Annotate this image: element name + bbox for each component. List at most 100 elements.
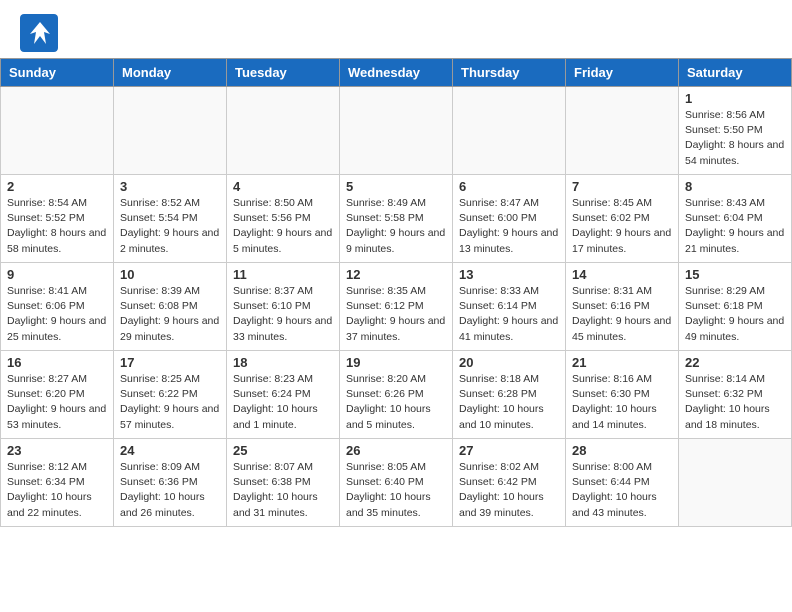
day-detail: Sunrise: 8:14 AM Sunset: 6:32 PM Dayligh… [685, 372, 785, 433]
day-detail: Sunrise: 8:52 AM Sunset: 5:54 PM Dayligh… [120, 196, 220, 257]
day-number: 10 [120, 267, 220, 282]
day-detail: Sunrise: 8:33 AM Sunset: 6:14 PM Dayligh… [459, 284, 559, 345]
day-number: 7 [572, 179, 672, 194]
calendar-cell: 11 Sunrise: 8:37 AM Sunset: 6:10 PM Dayli… [227, 263, 340, 351]
day-number: 11 [233, 267, 333, 282]
calendar-cell: 13 Sunrise: 8:33 AM Sunset: 6:14 PM Dayli… [453, 263, 566, 351]
day-detail: Sunrise: 8:47 AM Sunset: 6:00 PM Dayligh… [459, 196, 559, 257]
day-number: 17 [120, 355, 220, 370]
day-detail: Sunrise: 8:09 AM Sunset: 6:36 PM Dayligh… [120, 460, 220, 521]
calendar-cell [227, 87, 340, 175]
day-detail: Sunrise: 8:41 AM Sunset: 6:06 PM Dayligh… [7, 284, 107, 345]
weekday-header: Sunday [1, 59, 114, 87]
calendar-cell: 1 Sunrise: 8:56 AM Sunset: 5:50 PM Daylig… [679, 87, 792, 175]
day-detail: Sunrise: 8:45 AM Sunset: 6:02 PM Dayligh… [572, 196, 672, 257]
day-number: 27 [459, 443, 559, 458]
calendar-cell: 5 Sunrise: 8:49 AM Sunset: 5:58 PM Daylig… [340, 175, 453, 263]
calendar-cell [114, 87, 227, 175]
calendar-cell: 25 Sunrise: 8:07 AM Sunset: 6:38 PM Dayli… [227, 439, 340, 527]
day-detail: Sunrise: 8:31 AM Sunset: 6:16 PM Dayligh… [572, 284, 672, 345]
day-detail: Sunrise: 8:54 AM Sunset: 5:52 PM Dayligh… [7, 196, 107, 257]
day-detail: Sunrise: 8:49 AM Sunset: 5:58 PM Dayligh… [346, 196, 446, 257]
day-number: 2 [7, 179, 107, 194]
calendar-table: SundayMondayTuesdayWednesdayThursdayFrid… [0, 58, 792, 527]
day-detail: Sunrise: 8:35 AM Sunset: 6:12 PM Dayligh… [346, 284, 446, 345]
calendar-cell: 14 Sunrise: 8:31 AM Sunset: 6:16 PM Dayli… [566, 263, 679, 351]
calendar-cell: 18 Sunrise: 8:23 AM Sunset: 6:24 PM Dayli… [227, 351, 340, 439]
calendar-cell: 26 Sunrise: 8:05 AM Sunset: 6:40 PM Dayli… [340, 439, 453, 527]
day-number: 8 [685, 179, 785, 194]
day-detail: Sunrise: 8:39 AM Sunset: 6:08 PM Dayligh… [120, 284, 220, 345]
header [0, 0, 792, 58]
day-detail: Sunrise: 8:07 AM Sunset: 6:38 PM Dayligh… [233, 460, 333, 521]
calendar-cell: 24 Sunrise: 8:09 AM Sunset: 6:36 PM Dayli… [114, 439, 227, 527]
weekday-header: Monday [114, 59, 227, 87]
day-detail: Sunrise: 8:56 AM Sunset: 5:50 PM Dayligh… [685, 108, 785, 169]
calendar-cell [679, 439, 792, 527]
calendar-cell: 8 Sunrise: 8:43 AM Sunset: 6:04 PM Daylig… [679, 175, 792, 263]
day-number: 15 [685, 267, 785, 282]
calendar-cell: 27 Sunrise: 8:02 AM Sunset: 6:42 PM Dayli… [453, 439, 566, 527]
day-number: 25 [233, 443, 333, 458]
day-detail: Sunrise: 8:18 AM Sunset: 6:28 PM Dayligh… [459, 372, 559, 433]
calendar-cell: 12 Sunrise: 8:35 AM Sunset: 6:12 PM Dayli… [340, 263, 453, 351]
day-number: 20 [459, 355, 559, 370]
calendar-cell [566, 87, 679, 175]
day-number: 12 [346, 267, 446, 282]
day-detail: Sunrise: 8:16 AM Sunset: 6:30 PM Dayligh… [572, 372, 672, 433]
day-number: 21 [572, 355, 672, 370]
logo-icon [20, 14, 58, 52]
calendar-cell [340, 87, 453, 175]
day-number: 9 [7, 267, 107, 282]
calendar-cell: 10 Sunrise: 8:39 AM Sunset: 6:08 PM Dayli… [114, 263, 227, 351]
day-detail: Sunrise: 8:27 AM Sunset: 6:20 PM Dayligh… [7, 372, 107, 433]
calendar-cell: 22 Sunrise: 8:14 AM Sunset: 6:32 PM Dayli… [679, 351, 792, 439]
day-number: 3 [120, 179, 220, 194]
day-number: 1 [685, 91, 785, 106]
logo [20, 14, 64, 52]
calendar-cell: 4 Sunrise: 8:50 AM Sunset: 5:56 PM Daylig… [227, 175, 340, 263]
calendar-cell: 2 Sunrise: 8:54 AM Sunset: 5:52 PM Daylig… [1, 175, 114, 263]
day-detail: Sunrise: 8:05 AM Sunset: 6:40 PM Dayligh… [346, 460, 446, 521]
day-number: 18 [233, 355, 333, 370]
day-detail: Sunrise: 8:12 AM Sunset: 6:34 PM Dayligh… [7, 460, 107, 521]
day-number: 14 [572, 267, 672, 282]
calendar-cell: 23 Sunrise: 8:12 AM Sunset: 6:34 PM Dayli… [1, 439, 114, 527]
day-detail: Sunrise: 8:25 AM Sunset: 6:22 PM Dayligh… [120, 372, 220, 433]
day-number: 23 [7, 443, 107, 458]
calendar-cell: 21 Sunrise: 8:16 AM Sunset: 6:30 PM Dayli… [566, 351, 679, 439]
calendar-cell: 15 Sunrise: 8:29 AM Sunset: 6:18 PM Dayli… [679, 263, 792, 351]
day-detail: Sunrise: 8:00 AM Sunset: 6:44 PM Dayligh… [572, 460, 672, 521]
weekday-header: Friday [566, 59, 679, 87]
day-number: 28 [572, 443, 672, 458]
weekday-header: Wednesday [340, 59, 453, 87]
day-number: 13 [459, 267, 559, 282]
day-number: 26 [346, 443, 446, 458]
weekday-header: Saturday [679, 59, 792, 87]
day-number: 5 [346, 179, 446, 194]
day-number: 22 [685, 355, 785, 370]
calendar-cell: 20 Sunrise: 8:18 AM Sunset: 6:28 PM Dayli… [453, 351, 566, 439]
calendar-cell [453, 87, 566, 175]
day-number: 19 [346, 355, 446, 370]
day-number: 4 [233, 179, 333, 194]
calendar-cell [1, 87, 114, 175]
day-number: 6 [459, 179, 559, 194]
day-detail: Sunrise: 8:29 AM Sunset: 6:18 PM Dayligh… [685, 284, 785, 345]
day-detail: Sunrise: 8:43 AM Sunset: 6:04 PM Dayligh… [685, 196, 785, 257]
day-detail: Sunrise: 8:37 AM Sunset: 6:10 PM Dayligh… [233, 284, 333, 345]
calendar-cell: 3 Sunrise: 8:52 AM Sunset: 5:54 PM Daylig… [114, 175, 227, 263]
calendar-cell: 16 Sunrise: 8:27 AM Sunset: 6:20 PM Dayli… [1, 351, 114, 439]
calendar-cell: 28 Sunrise: 8:00 AM Sunset: 6:44 PM Dayli… [566, 439, 679, 527]
weekday-header: Thursday [453, 59, 566, 87]
calendar-cell: 9 Sunrise: 8:41 AM Sunset: 6:06 PM Daylig… [1, 263, 114, 351]
calendar-cell: 7 Sunrise: 8:45 AM Sunset: 6:02 PM Daylig… [566, 175, 679, 263]
calendar-cell: 17 Sunrise: 8:25 AM Sunset: 6:22 PM Dayli… [114, 351, 227, 439]
day-detail: Sunrise: 8:02 AM Sunset: 6:42 PM Dayligh… [459, 460, 559, 521]
day-detail: Sunrise: 8:23 AM Sunset: 6:24 PM Dayligh… [233, 372, 333, 433]
day-detail: Sunrise: 8:50 AM Sunset: 5:56 PM Dayligh… [233, 196, 333, 257]
day-number: 16 [7, 355, 107, 370]
day-detail: Sunrise: 8:20 AM Sunset: 6:26 PM Dayligh… [346, 372, 446, 433]
day-number: 24 [120, 443, 220, 458]
weekday-header: Tuesday [227, 59, 340, 87]
